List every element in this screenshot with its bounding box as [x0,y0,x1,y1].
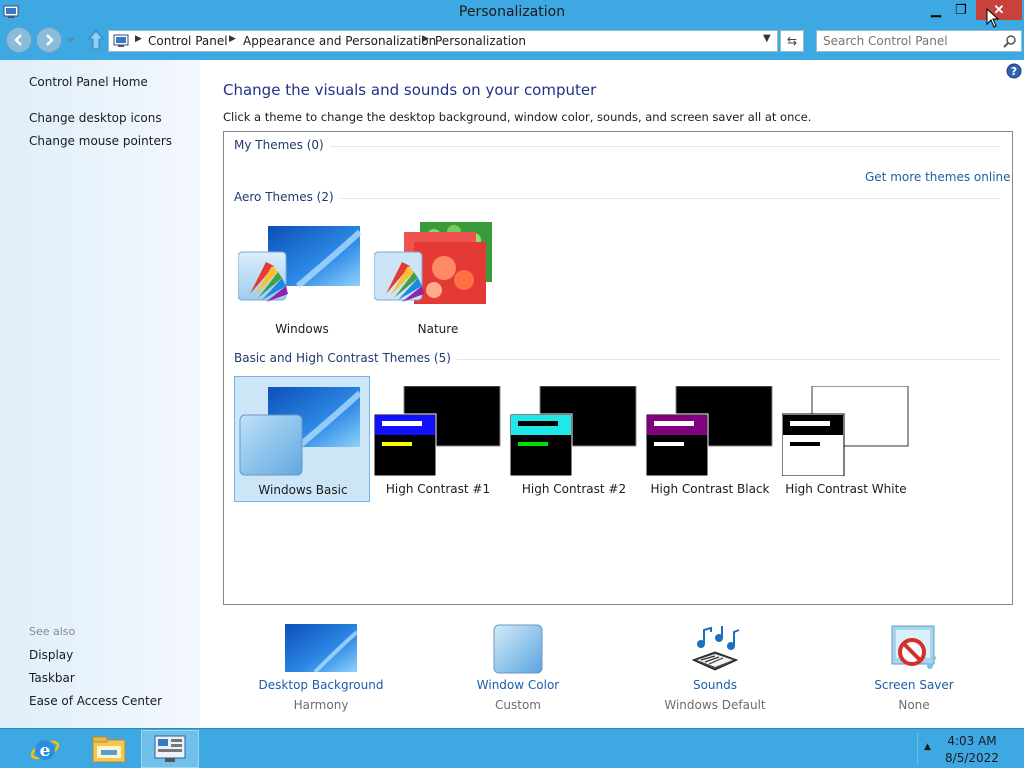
theme-label: Windows Basic [258,483,348,497]
desktop-background-value: Harmony [293,698,349,712]
left-navigation-pane: Control Panel Home Change desktop icons … [0,60,200,728]
theme-high-contrast-2[interactable]: High Contrast #2 [506,376,642,502]
clock-date[interactable]: 8/5/2022 [944,751,1000,765]
sounds-icon [691,626,740,671]
help-icon[interactable]: ? [1006,63,1022,79]
theme-label: High Contrast White [785,482,907,496]
internet-explorer-icon: e [30,740,60,761]
folder-icon [92,736,126,763]
address-bar[interactable]: ▶ Control Panel ▶ Appearance and Persona… [108,30,778,52]
sounds-value: Windows Default [664,698,766,712]
address-dropdown-icon[interactable]: ▼ [763,33,771,44]
taskbar-link[interactable]: Taskbar [29,671,75,685]
page-instruction: Click a theme to change the desktop back… [223,110,812,124]
windows-basic-theme-thumbnail [239,387,363,476]
up-arrow-icon[interactable] [86,29,106,51]
get-more-themes-online-link[interactable]: Get more themes online [865,170,1011,184]
change-mouse-pointers-link[interactable]: Change mouse pointers [29,134,172,148]
maximize-button[interactable]: ❐ [948,0,974,20]
screen-saver-link[interactable]: Screen Saver [824,678,1004,692]
theme-high-contrast-black[interactable]: High Contrast Black [642,376,778,502]
display-link[interactable]: Display [29,648,73,662]
control-panel-icon [154,735,186,762]
windows-theme-thumbnail [238,226,363,302]
change-desktop-icons-link[interactable]: Change desktop icons [29,111,162,125]
ease-of-access-center-link[interactable]: Ease of Access Center [29,694,162,708]
search-input[interactable] [823,33,993,49]
breadcrumb-separator[interactable]: ▶ [135,34,142,44]
tray-divider [917,733,918,765]
group-divider [234,146,1000,147]
breadcrumb-appearance[interactable]: Appearance and Personalization [243,34,436,48]
group-divider [234,198,1000,199]
see-also-label: See also [29,625,76,638]
high-contrast-black-thumbnail [646,386,773,476]
title-bar: Personalization ▁ ❐ ✕ [0,0,1024,26]
breadcrumb-personalization[interactable]: Personalization [435,34,526,48]
basic-themes-group-label: Basic and High Contrast Themes (5) [234,351,457,365]
taskbar-internet-explorer[interactable]: e [16,730,74,768]
breadcrumb-control-panel[interactable]: Control Panel [148,34,228,48]
svg-text:e: e [40,741,51,761]
screen-saver-icon [891,625,936,669]
page-heading: Change the visuals and sounds on your co… [223,81,597,99]
my-themes-group-label: My Themes (0) [234,138,330,152]
arrow-right-icon [46,34,54,46]
desktop-background-icon [285,624,357,672]
search-box[interactable] [816,30,1022,52]
high-contrast-2-thumbnail [510,386,637,476]
high-contrast-white-thumbnail [782,386,909,476]
theme-label: High Contrast #2 [521,482,627,496]
refresh-button[interactable]: ⇆ [780,30,804,52]
forward-button[interactable] [36,27,62,53]
theme-label: Nature [417,322,459,336]
minimize-button[interactable]: ▁ [924,0,948,20]
theme-windows[interactable]: Windows [234,214,370,340]
recent-locations-chevron-icon[interactable] [66,35,76,45]
theme-label: Windows [275,322,329,336]
breadcrumb-separator[interactable]: ▶ [229,34,236,44]
desktop-background-link[interactable]: Desktop Background [231,678,411,692]
back-button[interactable] [6,27,32,53]
breadcrumb-separator[interactable]: ▶ [422,34,429,44]
clock-time[interactable]: 4:03 AM [944,734,1000,748]
taskbar-file-explorer[interactable] [80,730,138,768]
mouse-cursor-icon [986,8,1000,28]
screen-saver-value: None [898,698,930,712]
themes-list[interactable] [223,131,1013,605]
theme-high-contrast-white[interactable]: High Contrast White [778,376,914,502]
window-color-value: Custom [495,698,541,712]
window-color-link[interactable]: Window Color [428,678,608,692]
theme-nature[interactable]: Nature [370,214,506,340]
svg-text:?: ? [1011,65,1017,78]
nature-theme-thumbnail [374,222,492,304]
taskbar: e ▲ 4:03 AM 8/5/2022 [0,728,1024,768]
arrow-left-icon [14,34,22,46]
sounds-link[interactable]: Sounds [625,678,805,692]
show-hidden-icons-button[interactable]: ▲ [924,742,931,752]
navigation-bar: ▶ Control Panel ▶ Appearance and Persona… [0,26,1024,58]
high-contrast-1-thumbnail [374,386,501,476]
theme-windows-basic[interactable]: Windows Basic [234,376,370,502]
taskbar-control-panel[interactable] [141,730,199,768]
window-title: Personalization [458,4,566,20]
aero-themes-group-label: Aero Themes (2) [234,190,340,204]
window-color-icon [493,624,543,674]
control-panel-home-link[interactable]: Control Panel Home [29,75,148,89]
theme-label: High Contrast Black [650,482,770,496]
theme-high-contrast-1[interactable]: High Contrast #1 [370,376,506,502]
control-panel-icon [113,34,129,47]
theme-label: High Contrast #1 [385,482,491,496]
search-icon[interactable] [1003,34,1017,48]
